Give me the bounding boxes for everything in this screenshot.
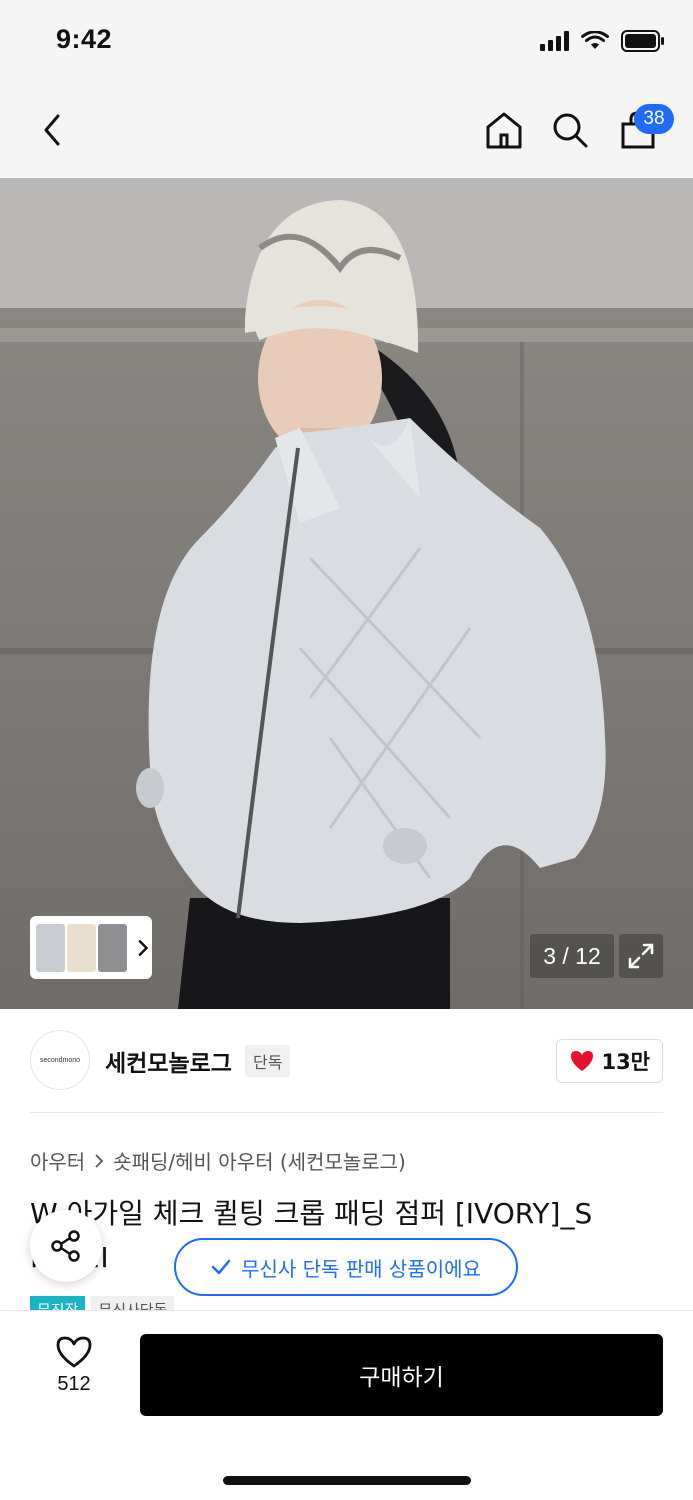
battery-icon [621, 30, 664, 52]
brand-like-button[interactable]: 13만 [556, 1039, 663, 1083]
chevron-left-icon [44, 114, 60, 146]
breadcrumb-item[interactable]: 숏패딩/헤비 아우터 (세컨모놀로그) [113, 1146, 406, 1175]
breadcrumb: 아우터 숏패딩/헤비 아우터 (세컨모놀로그) [30, 1146, 406, 1175]
expand-button[interactable] [619, 934, 663, 978]
bottom-action-bar: 512 구매하기 [0, 1310, 693, 1500]
status-bar: 9:42 [0, 0, 693, 88]
buy-button[interactable]: 구매하기 [140, 1334, 663, 1416]
divider [30, 1112, 663, 1113]
exclusive-notice-text: 무신사 단독 판매 상품이에요 [241, 1256, 481, 1281]
status-time: 9:42 [56, 24, 113, 54]
thumbnail-image [66, 923, 96, 972]
thumbnail-strip[interactable] [30, 916, 152, 979]
thumbnail-image [36, 923, 65, 972]
heart-outline-icon [56, 1336, 92, 1368]
cart-count-badge: 38 [634, 104, 674, 134]
top-nav [0, 88, 693, 178]
share-icon [51, 1230, 80, 1262]
brand-row: secondmono 세컨모놀로그 단독 13만 [30, 1030, 663, 1090]
heart-filled-icon [571, 1051, 594, 1071]
home-button[interactable] [480, 106, 528, 154]
brand-exclusive-tag: 단독 [245, 1045, 291, 1077]
product-photo [0, 178, 693, 1009]
search-icon [553, 113, 588, 148]
chevron-right-icon [95, 1153, 104, 1168]
cellular-signal-icon [540, 31, 569, 51]
chevron-right-icon [138, 939, 148, 956]
search-button[interactable] [546, 106, 594, 154]
brand-logo[interactable]: secondmono [30, 1030, 90, 1090]
wishlist-button[interactable]: 512 [36, 1335, 112, 1396]
thumbnail-image [97, 923, 127, 972]
brand-like-count: 13만 [601, 1050, 650, 1074]
wishlist-count: 512 [57, 1373, 91, 1395]
image-counter: 3 / 12 [530, 934, 614, 978]
exclusive-notice-toast: 무신사 단독 판매 상품이에요 [174, 1238, 518, 1296]
home-indicator [223, 1476, 471, 1485]
status-icons [540, 30, 665, 52]
product-image[interactable]: 3 / 12 [0, 178, 693, 1009]
brand-name[interactable]: 세컨모놀로그 [105, 1044, 232, 1078]
share-button[interactable] [30, 1210, 102, 1282]
expand-icon [628, 943, 654, 969]
check-icon [211, 1259, 231, 1275]
wifi-icon [581, 31, 609, 49]
home-icon [486, 112, 522, 149]
back-button[interactable] [28, 106, 76, 154]
breadcrumb-item[interactable]: 아우터 [30, 1146, 85, 1175]
